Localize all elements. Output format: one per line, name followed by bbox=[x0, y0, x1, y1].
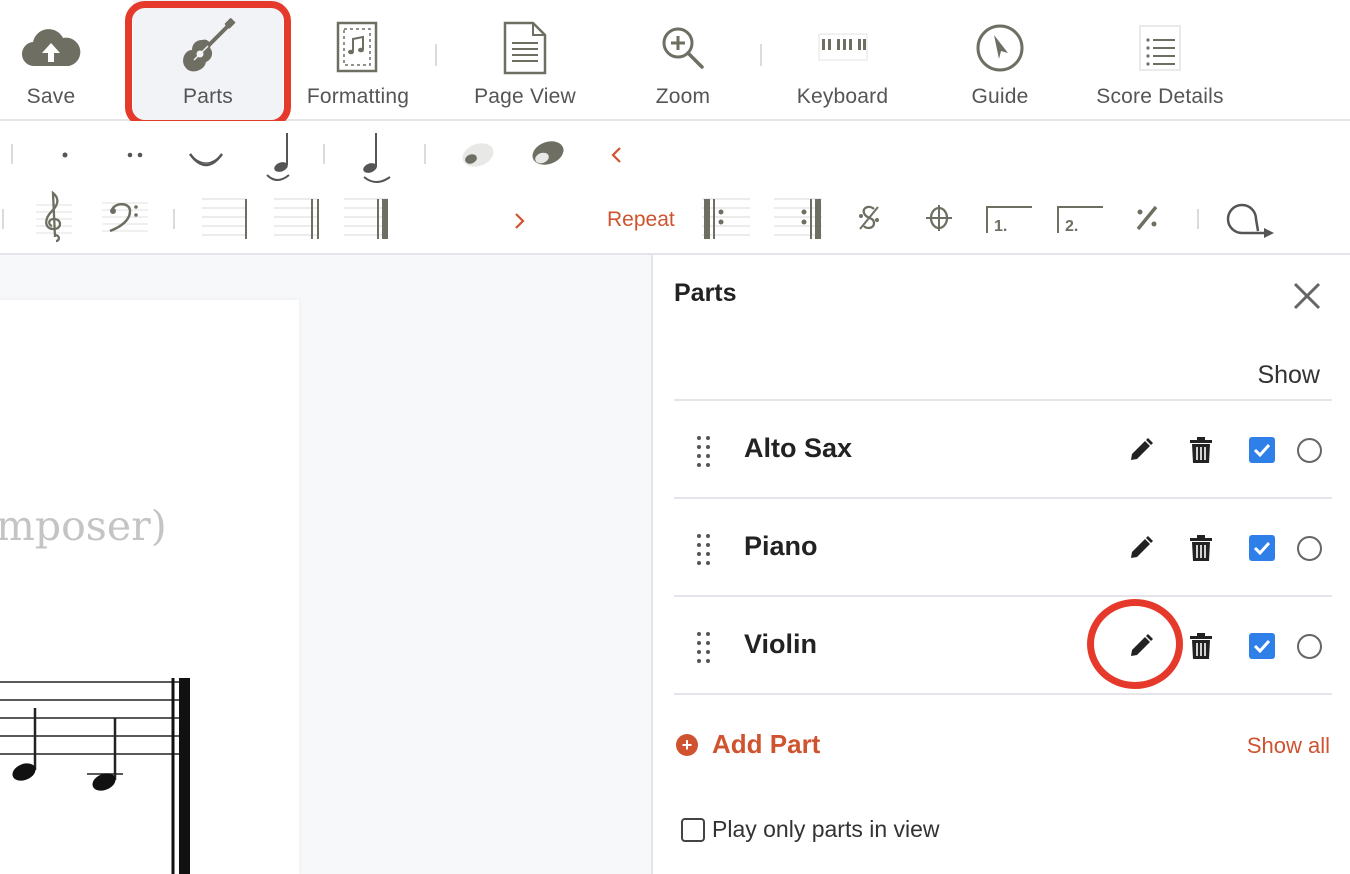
score-details-button[interactable]: Score Details bbox=[1085, 0, 1235, 121]
keyboard-label: Keyboard bbox=[796, 85, 889, 108]
trash-icon[interactable] bbox=[1186, 630, 1216, 662]
notation-palette: Repeat 1. 2. bbox=[0, 121, 1350, 255]
repeat-start-icon[interactable] bbox=[702, 193, 752, 241]
play-only-label: Play only parts in view bbox=[712, 816, 940, 842]
formatting-page-icon bbox=[336, 16, 380, 80]
ghost-notehead-icon[interactable] bbox=[458, 139, 498, 171]
main-toolbar: Save Parts Formatting Page View Zoom Key… bbox=[0, 0, 1350, 127]
guide-button[interactable]: Guide bbox=[955, 0, 1045, 121]
slur-icon[interactable] bbox=[184, 141, 228, 175]
toolbar-divider bbox=[435, 44, 437, 66]
cloud-upload-icon bbox=[21, 16, 81, 80]
toolbar-divider bbox=[760, 44, 762, 66]
palette-divider bbox=[424, 144, 426, 164]
compass-icon bbox=[975, 16, 1025, 80]
repeat-section-label: Repeat bbox=[607, 208, 675, 231]
score-details-label: Score Details bbox=[1096, 85, 1224, 108]
save-label: Save bbox=[26, 85, 76, 108]
chevron-right-icon[interactable] bbox=[506, 207, 532, 235]
grace-note-icon[interactable] bbox=[355, 127, 395, 185]
part-row: Violin bbox=[674, 597, 1332, 695]
zoom-button[interactable]: Zoom bbox=[640, 0, 726, 121]
trash-icon[interactable] bbox=[1186, 532, 1216, 564]
part-row: Piano bbox=[674, 499, 1332, 597]
palette-divider bbox=[1197, 209, 1199, 229]
list-icon bbox=[1138, 16, 1182, 80]
drag-handle-icon[interactable] bbox=[695, 533, 713, 565]
drag-handle-icon[interactable] bbox=[695, 435, 713, 467]
panel-title: Parts bbox=[674, 279, 737, 307]
page-view-label: Page View bbox=[474, 85, 576, 108]
palette-divider bbox=[173, 209, 175, 229]
add-part-label: Add Part bbox=[712, 729, 821, 759]
first-ending-icon[interactable]: 1. bbox=[984, 203, 1034, 237]
part-name: Violin bbox=[744, 629, 818, 659]
treble-clef-icon[interactable] bbox=[34, 189, 74, 245]
first-ending-number: 1. bbox=[994, 218, 1007, 235]
show-part-checkbox[interactable] bbox=[1249, 633, 1275, 659]
loop-arrow-icon[interactable] bbox=[1222, 197, 1278, 241]
repeat-end-icon[interactable] bbox=[774, 193, 824, 241]
plus-circle-icon: + bbox=[676, 733, 698, 756]
second-ending-icon[interactable]: 2. bbox=[1055, 203, 1105, 237]
add-part-button[interactable]: + Add Part bbox=[676, 729, 820, 760]
solo-part-radio[interactable] bbox=[1297, 536, 1322, 561]
page-view-icon bbox=[503, 16, 547, 80]
show-part-checkbox[interactable] bbox=[1249, 535, 1275, 561]
guide-label: Guide bbox=[971, 85, 1029, 108]
tied-note-icon[interactable] bbox=[258, 127, 298, 185]
parts-panel: Parts Show Alto Sax Piano Violin + Add P… bbox=[651, 255, 1350, 874]
score-page[interactable]: mposer) bbox=[0, 300, 299, 874]
staccato-icon[interactable] bbox=[50, 141, 80, 169]
staff-measure[interactable] bbox=[0, 674, 299, 874]
palette-divider bbox=[11, 144, 13, 164]
palette-divider bbox=[2, 209, 4, 229]
pencil-icon[interactable] bbox=[1126, 533, 1156, 563]
parts-list: Alto Sax Piano Violin bbox=[674, 399, 1332, 695]
guitar-icon bbox=[178, 16, 238, 80]
close-icon[interactable] bbox=[1290, 279, 1324, 313]
trash-icon[interactable] bbox=[1186, 434, 1216, 466]
show-part-checkbox[interactable] bbox=[1249, 437, 1275, 463]
parts-button[interactable]: Parts bbox=[133, 0, 283, 121]
drag-handle-icon[interactable] bbox=[695, 631, 713, 663]
pencil-icon[interactable] bbox=[1126, 435, 1156, 465]
save-button[interactable]: Save bbox=[12, 0, 90, 121]
show-all-link[interactable]: Show all bbox=[1247, 733, 1330, 759]
segno-icon[interactable] bbox=[852, 201, 886, 235]
composer-text[interactable]: mposer) bbox=[0, 502, 167, 550]
show-column-header: Show bbox=[1257, 361, 1320, 389]
part-name: Alto Sax bbox=[744, 433, 853, 463]
bass-clef-icon[interactable] bbox=[100, 197, 150, 237]
zoom-in-icon bbox=[660, 16, 706, 80]
keyboard-button[interactable]: Keyboard bbox=[785, 0, 900, 121]
coda-icon[interactable] bbox=[922, 201, 956, 235]
double-barline-icon[interactable] bbox=[274, 193, 320, 241]
second-ending-number: 2. bbox=[1065, 218, 1078, 235]
double-dot-icon[interactable] bbox=[118, 141, 154, 169]
formatting-button[interactable]: Formatting bbox=[298, 0, 418, 121]
score-canvas[interactable]: mposer) bbox=[0, 255, 651, 874]
single-barline-icon[interactable] bbox=[202, 193, 248, 241]
solo-part-radio[interactable] bbox=[1297, 438, 1322, 463]
part-name: Piano bbox=[744, 531, 818, 561]
solo-part-radio[interactable] bbox=[1297, 634, 1322, 659]
pencil-icon[interactable] bbox=[1126, 631, 1156, 661]
parts-label: Parts bbox=[182, 85, 233, 108]
notehead-style-icon[interactable] bbox=[528, 137, 568, 171]
zoom-label: Zoom bbox=[655, 85, 711, 108]
part-row: Alto Sax bbox=[674, 401, 1332, 499]
measure-repeat-icon[interactable] bbox=[1130, 201, 1164, 235]
score-editor: Save Parts Formatting Page View Zoom Key… bbox=[0, 0, 1350, 874]
final-barline-icon[interactable] bbox=[344, 193, 390, 241]
palette-divider bbox=[323, 144, 325, 164]
page-view-button[interactable]: Page View bbox=[465, 0, 585, 121]
formatting-label: Formatting bbox=[306, 85, 410, 108]
chevron-left-icon[interactable] bbox=[604, 141, 630, 169]
play-only-option: Play only parts in view bbox=[681, 816, 940, 843]
play-only-checkbox[interactable] bbox=[681, 817, 705, 842]
piano-keyboard-icon bbox=[818, 16, 868, 80]
